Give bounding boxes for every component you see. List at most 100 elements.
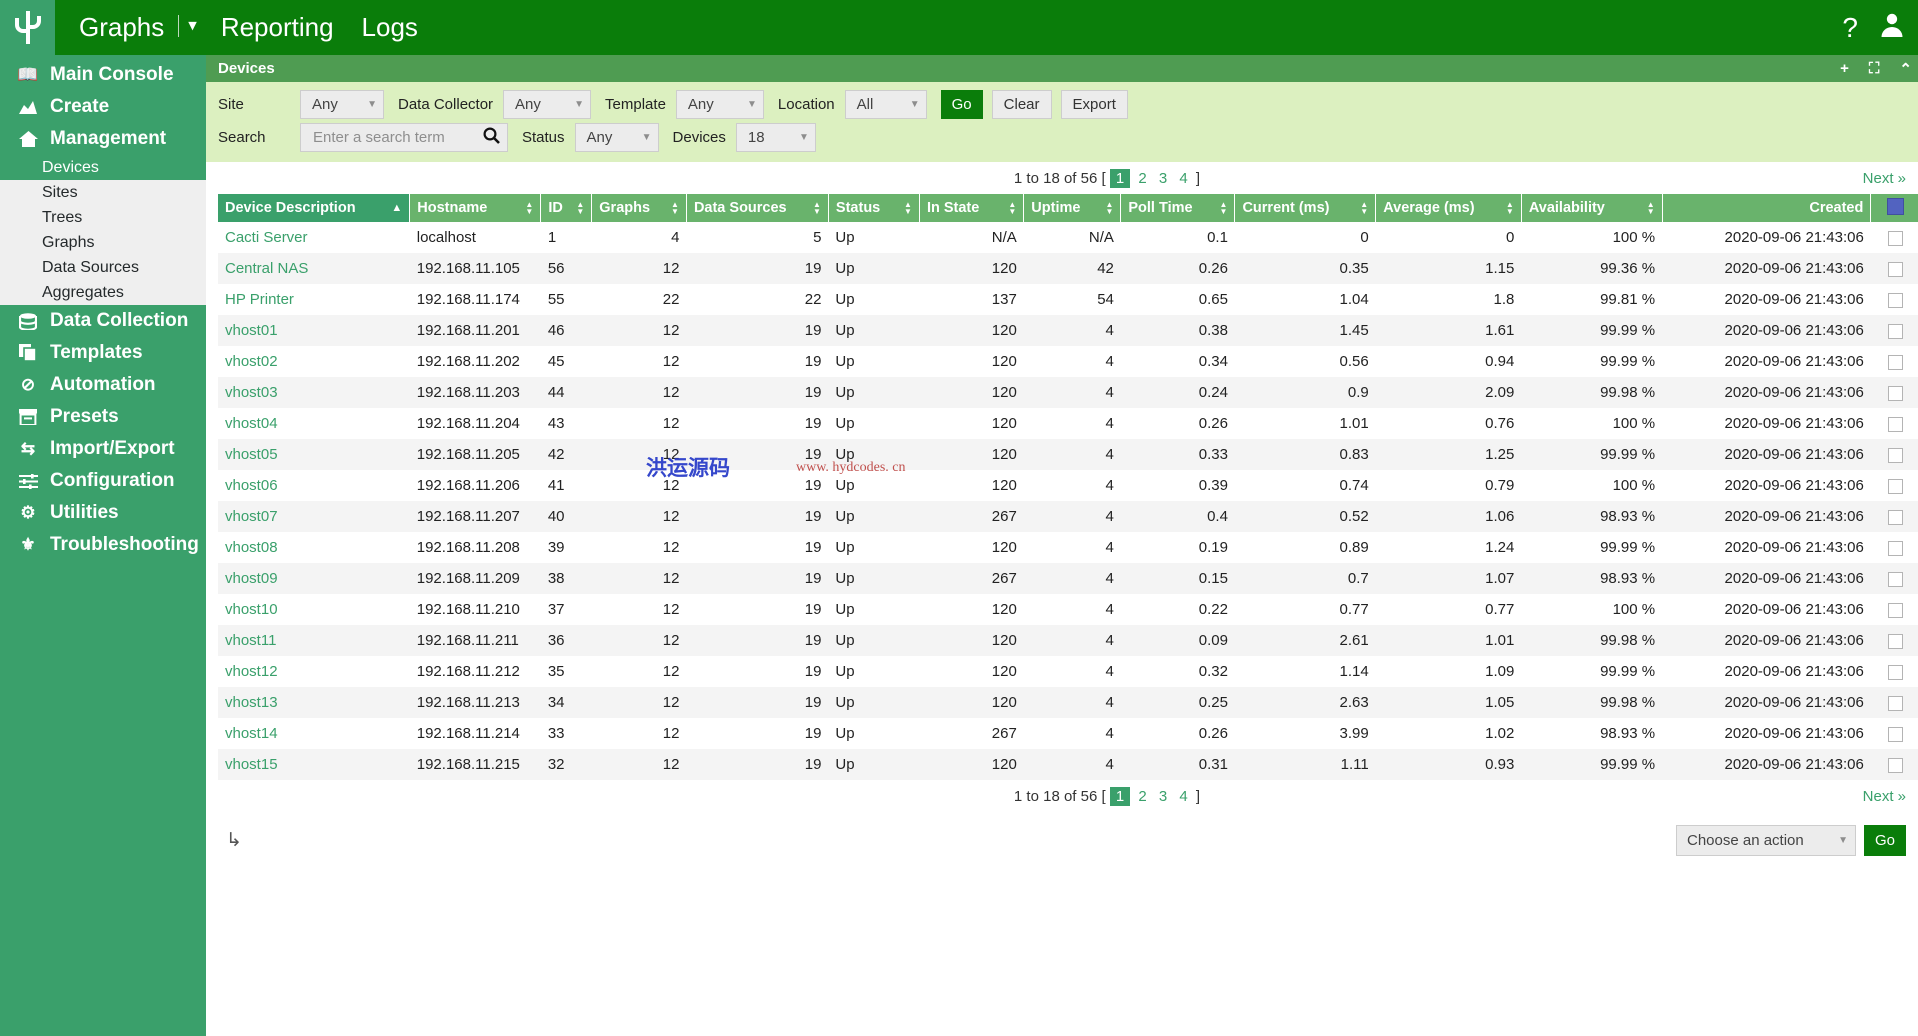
cell-desc[interactable]: vhost03 bbox=[218, 377, 410, 408]
select-all-checkbox[interactable] bbox=[1887, 198, 1904, 215]
cell-row-checkbox[interactable] bbox=[1871, 749, 1918, 780]
cell-desc[interactable]: vhost15 bbox=[218, 749, 410, 780]
add-icon[interactable]: + bbox=[1840, 60, 1849, 77]
table-row[interactable]: vhost09192.168.11.209381219Up26740.150.7… bbox=[218, 563, 1918, 594]
table-row[interactable]: vhost04192.168.11.204431219Up12040.261.0… bbox=[218, 408, 1918, 439]
cell-data-sources[interactable]: 19 bbox=[686, 749, 828, 780]
clear-button[interactable]: Clear bbox=[992, 90, 1052, 119]
table-row[interactable]: Central NAS192.168.11.105561219Up120420.… bbox=[218, 253, 1918, 284]
cell-data-sources[interactable]: 19 bbox=[686, 594, 828, 625]
next-page-button[interactable]: Next » bbox=[1863, 788, 1906, 805]
row-checkbox[interactable] bbox=[1888, 665, 1903, 680]
cell-data-sources[interactable]: 19 bbox=[686, 656, 828, 687]
question-mark-icon[interactable]: ? bbox=[1842, 14, 1858, 42]
device-link[interactable]: vhost01 bbox=[225, 322, 278, 339]
devices-count-select[interactable]: 18 ▼ bbox=[736, 123, 816, 152]
row-checkbox[interactable] bbox=[1888, 696, 1903, 711]
row-checkbox[interactable] bbox=[1888, 262, 1903, 277]
sidebar-item-troubleshooting[interactable]: ⚜ Troubleshooting bbox=[0, 529, 206, 561]
sidebar-item-import-export[interactable]: ⇆ Import/Export bbox=[0, 433, 206, 465]
cell-row-checkbox[interactable] bbox=[1871, 222, 1918, 253]
cell-row-checkbox[interactable] bbox=[1871, 718, 1918, 749]
user-account-icon[interactable] bbox=[1880, 12, 1904, 43]
column-header-data-sources[interactable]: Data Sources▲▼ bbox=[686, 194, 828, 222]
cell-graphs[interactable]: 12 bbox=[592, 315, 687, 346]
row-checkbox[interactable] bbox=[1888, 758, 1903, 773]
cell-desc[interactable]: vhost06 bbox=[218, 470, 410, 501]
cell-desc[interactable]: vhost13 bbox=[218, 687, 410, 718]
cell-graphs[interactable]: 12 bbox=[592, 718, 687, 749]
page-4-button[interactable]: 4 bbox=[1175, 788, 1191, 805]
column-header-device-description[interactable]: Device Description▲ bbox=[218, 194, 410, 222]
sidebar-item-utilities[interactable]: ⚙ Utilities bbox=[0, 497, 206, 529]
cell-graphs[interactable]: 12 bbox=[592, 687, 687, 718]
cell-desc[interactable]: vhost08 bbox=[218, 532, 410, 563]
column-header-uptime[interactable]: Uptime▲▼ bbox=[1024, 194, 1121, 222]
cell-graphs[interactable]: 12 bbox=[592, 377, 687, 408]
sidebar-item-create[interactable]: Create bbox=[0, 91, 206, 123]
table-row[interactable]: vhost11192.168.11.211361219Up12040.092.6… bbox=[218, 625, 1918, 656]
column-header-id[interactable]: ID▲▼ bbox=[541, 194, 592, 222]
table-row[interactable]: vhost06192.168.11.206411219Up12040.390.7… bbox=[218, 470, 1918, 501]
cell-desc[interactable]: vhost07 bbox=[218, 501, 410, 532]
device-link[interactable]: vhost10 bbox=[225, 601, 278, 618]
device-link[interactable]: vhost12 bbox=[225, 663, 278, 680]
device-link[interactable]: vhost13 bbox=[225, 694, 278, 711]
column-header-availability[interactable]: Availability▲▼ bbox=[1521, 194, 1662, 222]
row-checkbox[interactable] bbox=[1888, 231, 1903, 246]
cell-graphs[interactable]: 12 bbox=[592, 594, 687, 625]
column-header-status[interactable]: Status▲▼ bbox=[828, 194, 919, 222]
cell-data-sources[interactable]: 19 bbox=[686, 687, 828, 718]
collapse-icon[interactable]: ⌃ bbox=[1899, 60, 1912, 78]
row-checkbox[interactable] bbox=[1888, 293, 1903, 308]
cell-data-sources[interactable]: 19 bbox=[686, 315, 828, 346]
row-checkbox[interactable] bbox=[1888, 727, 1903, 742]
site-select[interactable]: Any ▼ bbox=[300, 90, 384, 119]
sidebar-item-presets[interactable]: Presets bbox=[0, 401, 206, 433]
sidebar-item-data-sources[interactable]: Data Sources bbox=[0, 255, 206, 280]
table-row[interactable]: vhost02192.168.11.202451219Up12040.340.5… bbox=[218, 346, 1918, 377]
cell-row-checkbox[interactable] bbox=[1871, 284, 1918, 315]
device-link[interactable]: vhost14 bbox=[225, 725, 278, 742]
cell-desc[interactable]: vhost10 bbox=[218, 594, 410, 625]
device-link[interactable]: vhost04 bbox=[225, 415, 278, 432]
cell-desc[interactable]: Central NAS bbox=[218, 253, 410, 284]
cell-data-sources[interactable]: 19 bbox=[686, 625, 828, 656]
device-link[interactable]: Central NAS bbox=[225, 260, 308, 277]
cell-graphs[interactable]: 12 bbox=[592, 749, 687, 780]
device-link[interactable]: vhost05 bbox=[225, 446, 278, 463]
row-checkbox[interactable] bbox=[1888, 603, 1903, 618]
cell-row-checkbox[interactable] bbox=[1871, 470, 1918, 501]
cell-row-checkbox[interactable] bbox=[1871, 656, 1918, 687]
table-row[interactable]: vhost14192.168.11.214331219Up26740.263.9… bbox=[218, 718, 1918, 749]
row-checkbox[interactable] bbox=[1888, 386, 1903, 401]
device-link[interactable]: vhost11 bbox=[225, 632, 276, 649]
chevron-down-icon[interactable]: ▾ bbox=[178, 15, 207, 37]
row-checkbox[interactable] bbox=[1888, 479, 1903, 494]
cell-graphs[interactable]: 12 bbox=[592, 656, 687, 687]
sidebar-item-automation[interactable]: ⊘ Automation bbox=[0, 369, 206, 401]
cell-desc[interactable]: vhost04 bbox=[218, 408, 410, 439]
cell-desc[interactable]: vhost02 bbox=[218, 346, 410, 377]
row-checkbox[interactable] bbox=[1888, 634, 1903, 649]
row-checkbox[interactable] bbox=[1888, 448, 1903, 463]
table-row[interactable]: vhost10192.168.11.210371219Up12040.220.7… bbox=[218, 594, 1918, 625]
table-row[interactable]: vhost07192.168.11.207401219Up26740.40.52… bbox=[218, 501, 1918, 532]
cell-graphs[interactable]: 12 bbox=[592, 532, 687, 563]
cell-data-sources[interactable]: 19 bbox=[686, 439, 828, 470]
device-link[interactable]: vhost15 bbox=[225, 756, 278, 773]
cell-row-checkbox[interactable] bbox=[1871, 563, 1918, 594]
row-checkbox[interactable] bbox=[1888, 417, 1903, 432]
cell-data-sources[interactable]: 19 bbox=[686, 532, 828, 563]
table-row[interactable]: HP Printer192.168.11.174552222Up137540.6… bbox=[218, 284, 1918, 315]
device-link[interactable]: vhost02 bbox=[225, 353, 278, 370]
cell-row-checkbox[interactable] bbox=[1871, 439, 1918, 470]
page-1-button[interactable]: 1 bbox=[1110, 787, 1130, 806]
template-select[interactable]: Any ▼ bbox=[676, 90, 764, 119]
column-header-poll-time[interactable]: Poll Time▲▼ bbox=[1121, 194, 1235, 222]
table-row[interactable]: vhost08192.168.11.208391219Up12040.190.8… bbox=[218, 532, 1918, 563]
cell-data-sources[interactable]: 19 bbox=[686, 563, 828, 594]
cell-desc[interactable]: vhost01 bbox=[218, 315, 410, 346]
cell-graphs[interactable]: 22 bbox=[592, 284, 687, 315]
cell-graphs[interactable]: 12 bbox=[592, 470, 687, 501]
